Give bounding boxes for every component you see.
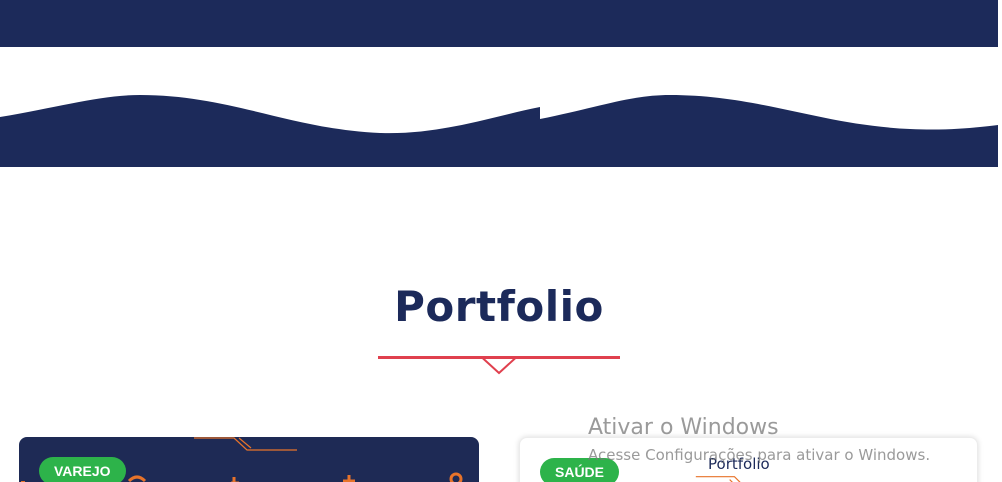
portfolio-card-saude[interactable]: SAÚDE Portfolio: [519, 437, 978, 482]
card-label: Portfolio: [708, 455, 770, 473]
header-band: [0, 0, 998, 47]
category-badge: VAREJO: [39, 457, 126, 482]
category-badge: SAÚDE: [540, 458, 620, 482]
wave-divider: [0, 95, 998, 167]
portfolio-card-varejo[interactable]: VAREJO: [19, 437, 479, 482]
portfolio-title: Portfolio: [394, 282, 604, 331]
title-underline-arrow: [378, 356, 620, 375]
